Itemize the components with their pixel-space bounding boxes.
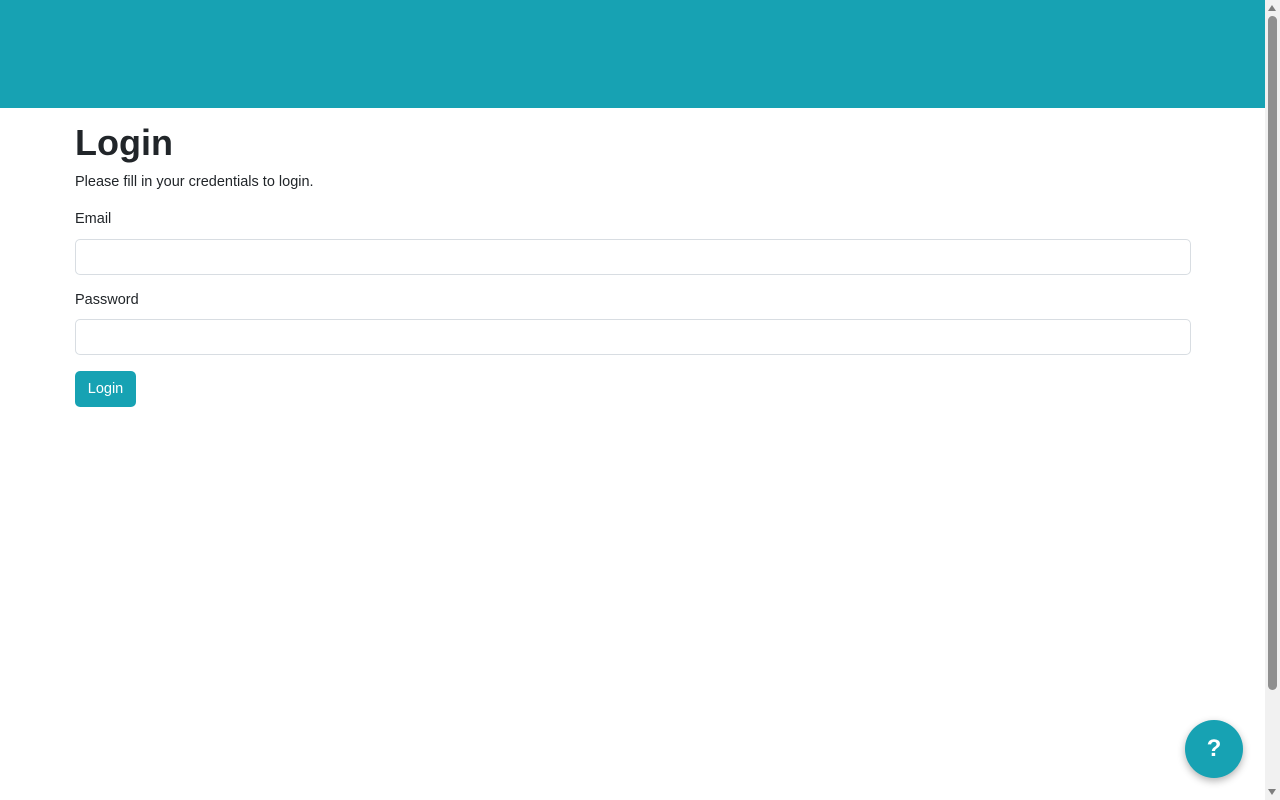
- password-group: Password: [75, 290, 1191, 356]
- email-group: Email: [75, 209, 1191, 275]
- page: Login Please fill in your credentials to…: [0, 0, 1280, 800]
- login-form: Email Password Login: [75, 209, 1191, 408]
- header-bar: [0, 0, 1265, 108]
- login-button[interactable]: Login: [75, 371, 136, 408]
- help-button[interactable]: ?: [1185, 720, 1243, 778]
- page-subtitle: Please fill in your credentials to login…: [75, 174, 314, 191]
- email-field[interactable]: [75, 238, 1191, 275]
- password-label: Password: [75, 291, 139, 308]
- password-field[interactable]: [75, 319, 1191, 356]
- scroll-down-arrow-icon[interactable]: [1268, 789, 1276, 795]
- scroll-thumb[interactable]: [1268, 16, 1277, 690]
- question-mark-icon: ?: [1206, 735, 1222, 762]
- login-container: Login Please fill in your credentials to…: [75, 108, 1191, 408]
- email-label: Email: [75, 210, 112, 227]
- scroll-up-arrow-icon[interactable]: [1268, 5, 1276, 11]
- vertical-scrollbar[interactable]: [1265, 0, 1280, 800]
- page-title: Login: [75, 122, 173, 163]
